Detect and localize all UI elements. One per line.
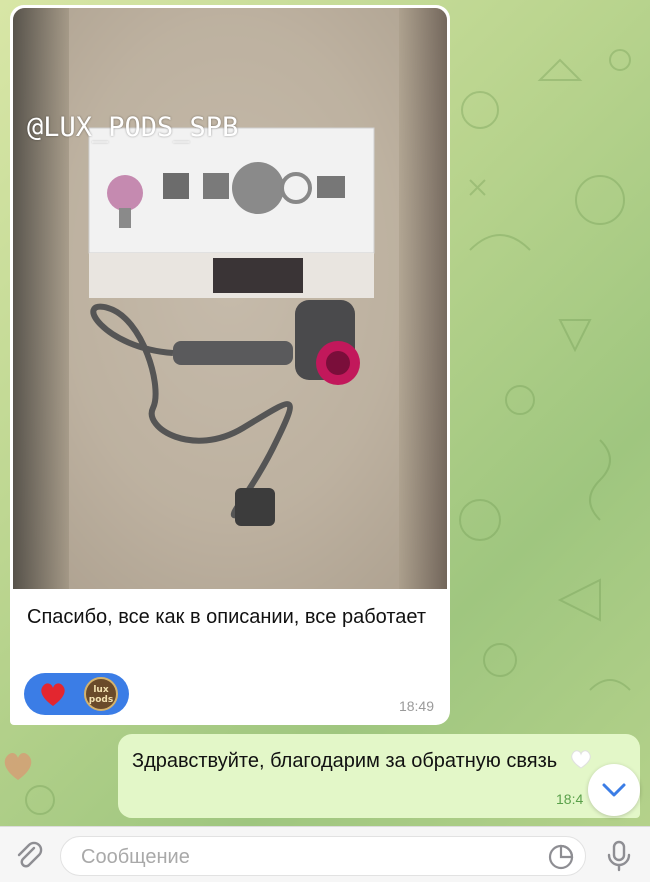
message-composer xyxy=(0,826,650,882)
incoming-message-text: Спасибо, все как в описании, все работае… xyxy=(27,606,427,628)
outgoing-message-text: Здравствуйте, благодарим за обратную свя… xyxy=(132,750,558,772)
incoming-message-bubble[interactable]: @LUX_PODS_SPB Спасибо, все как в описани… xyxy=(10,5,450,725)
outgoing-message-time: 18:4 xyxy=(556,791,584,807)
hair-dryer-photo-illustration xyxy=(69,8,399,589)
message-input[interactable] xyxy=(79,841,523,873)
message-reactions[interactable]: lux pods xyxy=(24,673,129,715)
message-input-box[interactable] xyxy=(60,836,586,876)
microphone-icon[interactable] xyxy=(604,839,634,873)
paperclip-icon[interactable] xyxy=(12,839,46,873)
heart-reaction-hint-icon xyxy=(4,752,32,780)
reactor-avatar: lux pods xyxy=(84,677,118,711)
red-heart-icon xyxy=(41,683,65,706)
reactor-avatar-label: lux pods xyxy=(88,685,114,705)
sticker-icon[interactable] xyxy=(547,843,575,871)
incoming-message-time: 18:49 xyxy=(398,698,434,714)
scroll-to-bottom-button[interactable] xyxy=(588,764,640,816)
outgoing-message-text-wrap: Здравствуйте, благодарим за обратную свя… xyxy=(132,743,632,779)
chevron-down-icon xyxy=(602,783,626,797)
photo-watermark: @LUX_PODS_SPB xyxy=(27,112,239,143)
outgoing-message-bubble[interactable]: Здравствуйте, благодарим за обратную свя… xyxy=(118,734,640,818)
message-photo[interactable]: @LUX_PODS_SPB xyxy=(13,8,447,589)
